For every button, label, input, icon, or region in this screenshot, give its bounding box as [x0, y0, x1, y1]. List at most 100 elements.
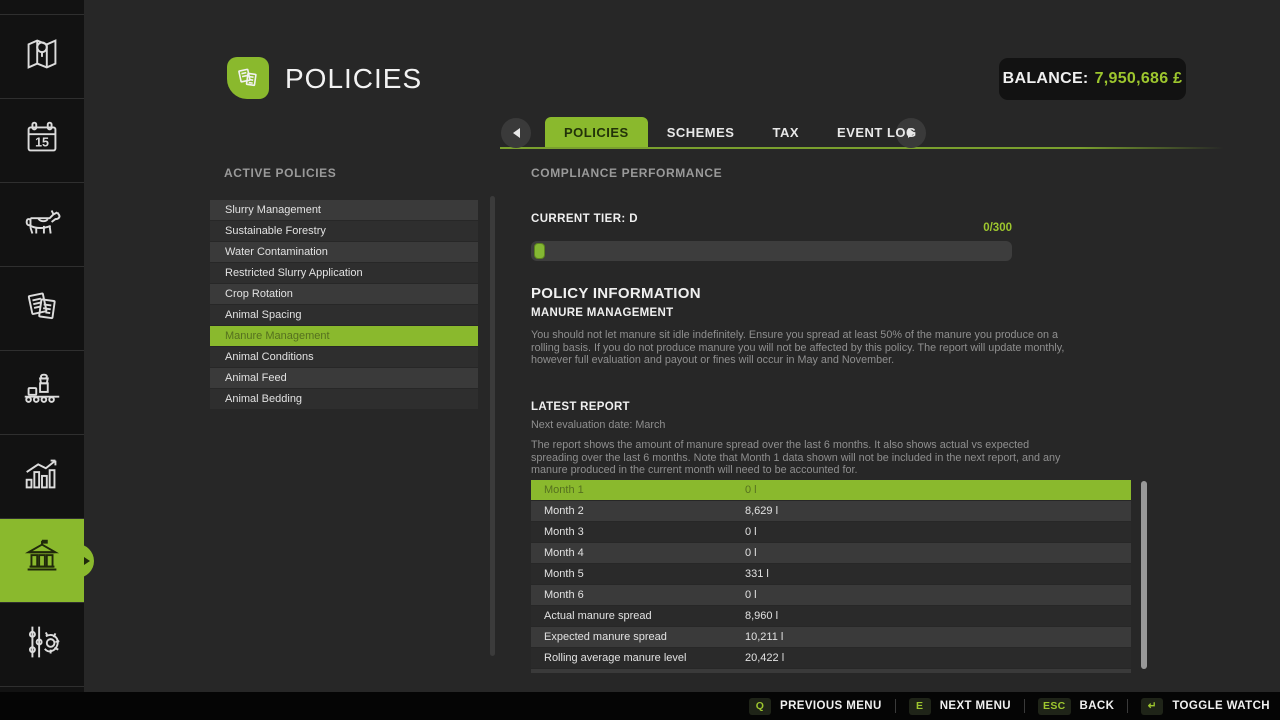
- report-description: The report shows the amount of manure sp…: [531, 439, 1068, 477]
- policies-page-icon: [227, 57, 269, 99]
- table-row[interactable]: Actual manure spread 8,960 l: [531, 606, 1131, 626]
- previous-menu-label: PREVIOUS MENU: [780, 700, 882, 712]
- arrow-left-icon: [513, 128, 520, 138]
- table-row[interactable]: Month 2 8,629 l: [531, 501, 1131, 521]
- list-item[interactable]: Water Contamination: [210, 242, 478, 262]
- row-label: Rolling average manure level: [531, 652, 745, 664]
- table-scrollbar[interactable]: [1141, 481, 1147, 669]
- footer-separator: [1127, 699, 1128, 713]
- table-row[interactable]: Month 5 331 l: [531, 564, 1131, 584]
- sidebar-item-policies[interactable]: [0, 519, 84, 603]
- enter-key-icon: ↵: [1141, 698, 1163, 715]
- list-item[interactable]: Sustainable Forestry: [210, 221, 478, 241]
- key-q: Q: [749, 698, 771, 715]
- policies-screen: 15: [0, 0, 1280, 720]
- bank-icon: [19, 535, 65, 586]
- sidebar: 15: [0, 0, 84, 692]
- sidebar-item-animals[interactable]: [0, 183, 84, 267]
- row-label: Month 3: [531, 526, 745, 538]
- previous-menu-hint[interactable]: Q PREVIOUS MENU: [749, 698, 882, 715]
- tab-bar: POLICIES SCHEMES TAX EVENT LOG: [545, 117, 936, 147]
- table-row[interactable]: Month 3 0 l: [531, 522, 1131, 542]
- policy-information-header: POLICY INFORMATION: [531, 285, 701, 302]
- back-hint[interactable]: ESC BACK: [1038, 698, 1114, 715]
- toggle-watch-hint[interactable]: ↵ TOGGLE WATCH: [1141, 698, 1270, 715]
- calendar-day: 15: [35, 136, 49, 150]
- list-item[interactable]: Animal Bedding: [210, 389, 478, 409]
- active-policies-list: Slurry Management Sustainable Forestry W…: [210, 200, 478, 410]
- table-row[interactable]: Month 4 0 l: [531, 543, 1131, 563]
- row-label: Month 4: [531, 547, 745, 559]
- compliance-progress-bar: [531, 241, 1012, 261]
- policy-name: MANURE MANAGEMENT: [531, 307, 673, 319]
- list-item[interactable]: Crop Rotation: [210, 284, 478, 304]
- balance-badge: BALANCE: 7,950,686 £: [999, 58, 1186, 100]
- sidebar-spacer: [0, 0, 84, 15]
- documents-icon: [19, 283, 65, 334]
- row-label: Month 2: [531, 505, 745, 517]
- row-value: 0 l: [745, 589, 1131, 601]
- table-row[interactable]: Rolling average manure level 20,422 l: [531, 648, 1131, 668]
- row-label: Month 6: [531, 589, 745, 601]
- content-scrollbar[interactable]: [490, 196, 495, 656]
- footer-separator: [895, 699, 896, 713]
- sidebar-item-production[interactable]: [0, 351, 84, 435]
- key-esc: ESC: [1038, 698, 1071, 715]
- map-icon: [19, 31, 65, 82]
- policy-description: You should not let manure sit idle indef…: [531, 329, 1068, 367]
- settings-icon: [19, 619, 65, 670]
- tab-schemes[interactable]: SCHEMES: [648, 117, 754, 147]
- sidebar-item-map[interactable]: [0, 15, 84, 99]
- list-item[interactable]: Animal Spacing: [210, 305, 478, 325]
- sidebar-item-calendar[interactable]: 15: [0, 99, 84, 183]
- table-row[interactable]: Rating 0: [531, 669, 1131, 673]
- statistics-icon: [19, 451, 65, 502]
- balance-value: 7,950,686 £: [1095, 70, 1183, 88]
- row-value: 8,629 l: [745, 505, 1131, 517]
- row-value: 10,211 l: [745, 631, 1131, 643]
- next-menu-hint[interactable]: E NEXT MENU: [909, 698, 1011, 715]
- list-item[interactable]: Restricted Slurry Application: [210, 263, 478, 283]
- back-label: BACK: [1080, 700, 1115, 712]
- calendar-icon: 15: [19, 115, 65, 166]
- production-icon: [19, 367, 65, 418]
- footer-hint-bar: Q PREVIOUS MENU E NEXT MENU ESC BACK ↵ T…: [0, 692, 1280, 720]
- sidebar-item-statistics[interactable]: [0, 435, 84, 519]
- list-item[interactable]: Animal Feed: [210, 368, 478, 388]
- row-value: 0 l: [745, 484, 1131, 496]
- row-value: 331 l: [745, 568, 1131, 580]
- next-menu-label: NEXT MENU: [940, 700, 1011, 712]
- row-value: 20,422 l: [745, 652, 1131, 664]
- tab-tax[interactable]: TAX: [753, 117, 818, 147]
- row-value: 0 l: [745, 547, 1131, 559]
- cow-icon: [19, 199, 65, 250]
- row-label: Month 5: [531, 568, 745, 580]
- table-row[interactable]: Month 6 0 l: [531, 585, 1131, 605]
- row-label: Month 1: [531, 484, 745, 496]
- row-value: 0 l: [745, 526, 1131, 538]
- latest-report-header: LATEST REPORT: [531, 401, 630, 413]
- tabs-prev-button[interactable]: [501, 118, 531, 148]
- table-row[interactable]: Month 1 0 l: [531, 480, 1131, 500]
- page-title: POLICIES: [285, 63, 422, 95]
- tab-event-log[interactable]: EVENT LOG: [818, 117, 936, 147]
- toggle-watch-label: TOGGLE WATCH: [1172, 700, 1270, 712]
- list-item[interactable]: Slurry Management: [210, 200, 478, 220]
- tab-policies[interactable]: POLICIES: [545, 117, 648, 147]
- row-label: Actual manure spread: [531, 610, 745, 622]
- list-item-selected[interactable]: Manure Management: [210, 326, 478, 346]
- active-policies-header: ACTIVE POLICIES: [224, 166, 336, 180]
- balance-label: BALANCE:: [1003, 70, 1089, 88]
- key-e: E: [909, 698, 931, 715]
- compliance-score: 0/300: [531, 222, 1012, 234]
- list-item[interactable]: Animal Conditions: [210, 347, 478, 367]
- row-label: Expected manure spread: [531, 631, 745, 643]
- footer-separator: [1024, 699, 1025, 713]
- sidebar-item-contracts[interactable]: [0, 267, 84, 351]
- sidebar-item-settings[interactable]: [0, 603, 84, 687]
- report-table: Month 1 0 l Month 2 8,629 l Month 3 0 l …: [531, 480, 1131, 673]
- active-notch-arrow-icon: [84, 557, 90, 565]
- next-evaluation-date: Next evaluation date: March: [531, 419, 665, 431]
- table-row[interactable]: Expected manure spread 10,211 l: [531, 627, 1131, 647]
- compliance-header: COMPLIANCE PERFORMANCE: [531, 166, 722, 180]
